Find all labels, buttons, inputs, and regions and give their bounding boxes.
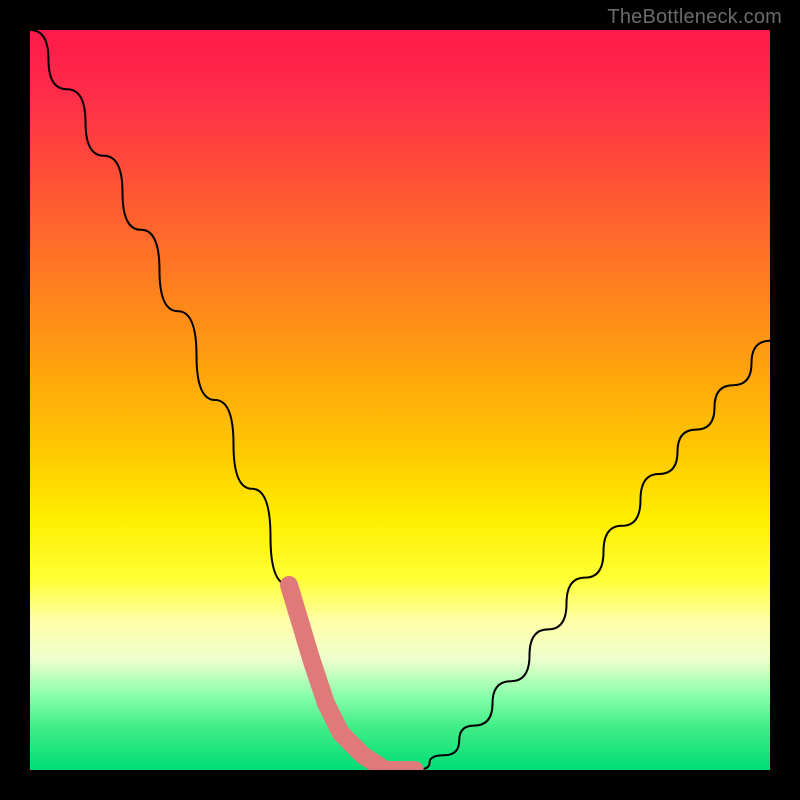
bottleneck-curve-path	[30, 30, 770, 770]
bottleneck-curve-svg	[30, 30, 770, 770]
chart-plot-area	[30, 30, 770, 770]
watermark-text: TheBottleneck.com	[607, 6, 782, 29]
highlight-band	[289, 585, 415, 770]
